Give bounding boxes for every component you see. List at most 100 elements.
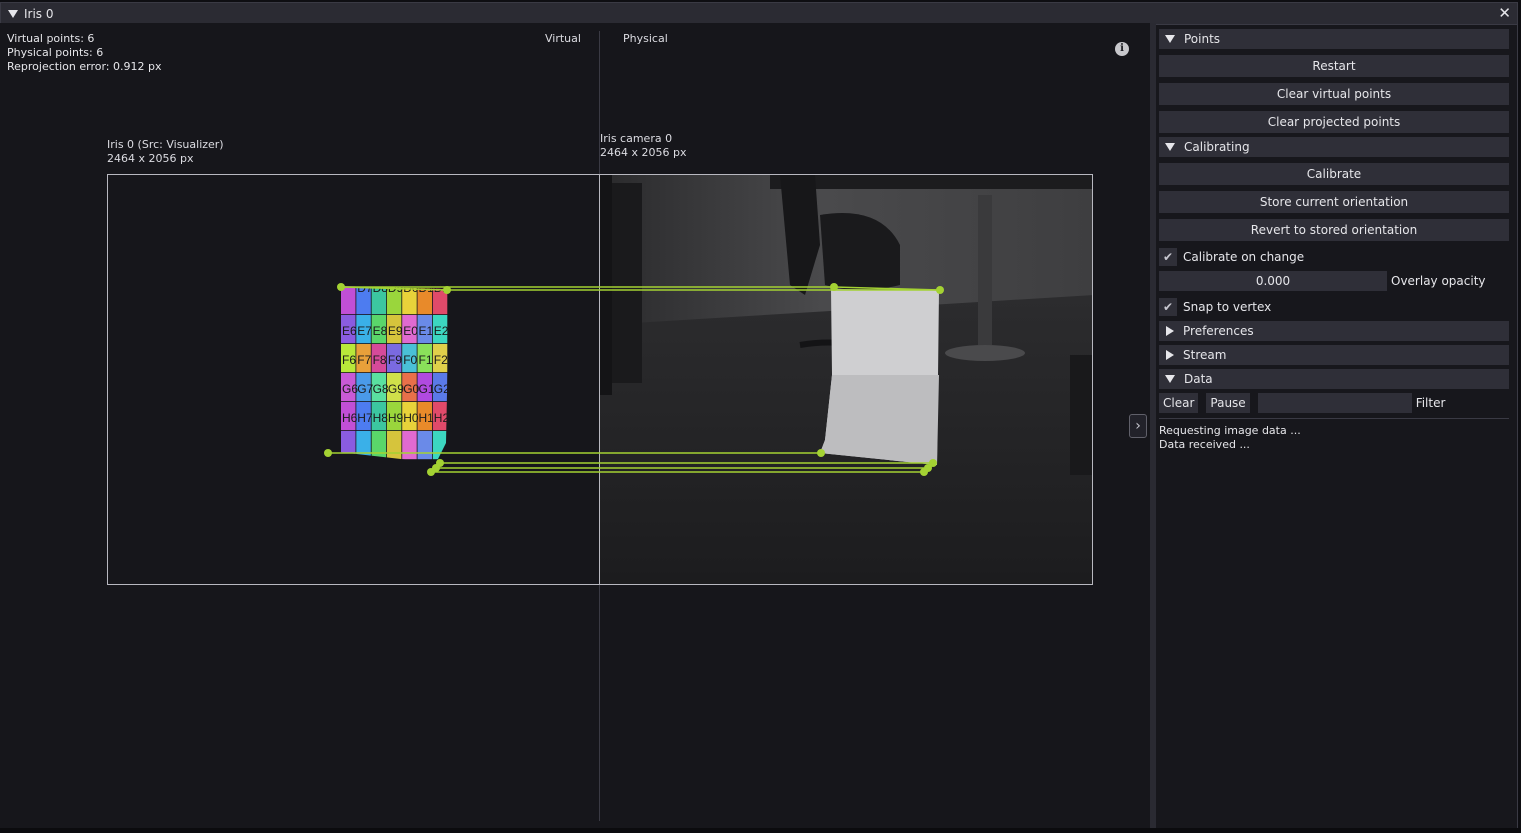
data-controls: Clear Pause Filter <box>1159 393 1509 413</box>
grid-cell <box>341 431 356 460</box>
grid-label: E1 <box>419 324 434 338</box>
collapsed-triangle-icon <box>1166 326 1174 336</box>
grid-label: H6 <box>342 411 358 425</box>
calibrate-on-change-label: Calibrate on change <box>1183 250 1305 264</box>
grid-label: F1 <box>419 353 433 367</box>
grid-cell <box>386 431 402 460</box>
grid-label: G1 <box>419 382 435 396</box>
clear-projected-points-button[interactable]: Clear projected points <box>1159 111 1509 133</box>
grid-label: E0 <box>403 324 418 338</box>
grid-label: G2 <box>434 382 450 396</box>
stats-block: Virtual points: 6 Physical points: 6 Rep… <box>7 32 161 74</box>
section-stream-label: Stream <box>1183 348 1227 362</box>
grid-label: H7 <box>357 411 373 425</box>
grid-cell <box>417 431 432 460</box>
overlay-opacity-input[interactable]: 0.000 <box>1159 271 1387 291</box>
chevron-right-icon[interactable]: › <box>1129 414 1147 438</box>
grid-cell <box>402 431 417 460</box>
grid-label: G9 <box>388 382 404 396</box>
virtual-panel-size: 2464 x 2056 px <box>107 152 194 165</box>
grid-label: F2 <box>434 353 448 367</box>
grid-label: F9 <box>388 353 402 367</box>
info-icon[interactable]: i <box>1115 42 1129 56</box>
section-data-label: Data <box>1184 372 1213 386</box>
section-points-label: Points <box>1184 32 1221 46</box>
revert-orientation-button[interactable]: Revert to stored orientation <box>1159 219 1509 241</box>
checkmark-icon[interactable]: ✔ <box>1159 248 1177 266</box>
clear-virtual-points-button[interactable]: Clear virtual points <box>1159 83 1509 105</box>
grid-label: E9 <box>388 324 403 338</box>
grid-label: G7 <box>357 382 373 396</box>
grid-label: D9 <box>388 281 404 295</box>
sidebar: Points Restart Clear virtual points Clea… <box>1153 23 1513 828</box>
calibrate-button[interactable]: Calibrate <box>1159 163 1509 185</box>
section-calibrating-label: Calibrating <box>1184 140 1250 154</box>
stat-reprojection-error: Reprojection error: 0.912 px <box>7 60 162 73</box>
grid-label: D8 <box>373 281 389 295</box>
grid-label: H1 <box>419 411 435 425</box>
snap-to-vertex-row: ✔ Snap to vertex <box>1159 297 1509 317</box>
physical-header: Physical <box>623 32 668 45</box>
grid-label: F7 <box>357 353 371 367</box>
section-preferences[interactable]: Preferences <box>1159 321 1509 341</box>
stat-physical-points: Physical points: 6 <box>7 46 104 59</box>
calibrate-on-change-row: ✔ Calibrate on change <box>1159 247 1509 267</box>
expanded-triangle-icon <box>1165 143 1175 151</box>
viewport[interactable]: Virtual points: 6 Physical points: 6 Rep… <box>0 23 1150 828</box>
clear-button[interactable]: Clear <box>1159 393 1199 413</box>
store-orientation-button[interactable]: Store current orientation <box>1159 191 1509 213</box>
restart-button[interactable]: Restart <box>1159 55 1509 77</box>
camera-image <box>600 175 1092 584</box>
grid-label: F8 <box>373 353 387 367</box>
virtual-panel-name: Iris 0 (Src: Visualizer) <box>107 138 224 151</box>
grid-label: F0 <box>403 353 417 367</box>
expanded-triangle-icon <box>1165 35 1175 43</box>
grid-label: E2 <box>434 324 449 338</box>
overlay-opacity-row: 0.000 Overlay opacity <box>1159 271 1509 291</box>
grid-cell <box>371 431 387 460</box>
grid-label: D1 <box>419 281 435 295</box>
virtual-view[interactable]: D7 D8 D9 D0 D1 D2 E6 E7 E8 E9 E0 E1 E2 F6 F7 F8 F9 F0 F1 F2… <box>107 174 600 585</box>
grid-label: E6 <box>342 324 357 338</box>
grid-label: G6 <box>342 382 358 396</box>
collapse-triangle-icon[interactable] <box>8 9 18 18</box>
grid-label: E8 <box>373 324 388 338</box>
collapsed-triangle-icon <box>1166 350 1174 360</box>
physical-panel-size: 2464 x 2056 px <box>600 146 687 159</box>
snap-to-vertex-label: Snap to vertex <box>1183 300 1272 314</box>
grid-label: E7 <box>357 324 372 338</box>
log-line: Requesting image data ... <box>1159 424 1301 437</box>
grid-label: H8 <box>373 411 389 425</box>
checkmark-icon[interactable]: ✔ <box>1159 298 1177 316</box>
stat-virtual-points: Virtual points: 6 <box>7 32 95 45</box>
pause-button[interactable]: Pause <box>1206 393 1250 413</box>
section-calibrating[interactable]: Calibrating <box>1159 137 1509 157</box>
grid-label: D2 <box>434 281 450 295</box>
expanded-triangle-icon <box>1165 375 1175 383</box>
data-log: Requesting image data ... Data received … <box>1159 424 1509 452</box>
log-line: Data received ... <box>1159 438 1250 451</box>
section-data[interactable]: Data <box>1159 369 1509 389</box>
physical-panel-name: Iris camera 0 <box>600 132 673 145</box>
grid-label: D7 <box>357 281 373 295</box>
bottom-bar <box>0 828 1521 833</box>
grid-cell <box>432 431 448 460</box>
section-preferences-label: Preferences <box>1183 324 1254 338</box>
overlay-opacity-label: Overlay opacity <box>1391 274 1486 288</box>
grid-label: G8 <box>373 382 389 396</box>
section-stream[interactable]: Stream <box>1159 345 1509 365</box>
virtual-render: D7 D8 D9 D0 D1 D2 E6 E7 E8 E9 E0 E1 E2 F6 F7 F8 F9 F0 F1 F2… <box>341 281 450 460</box>
grid-label: H0 <box>403 411 419 425</box>
physical-view[interactable] <box>599 174 1093 585</box>
filter-input[interactable] <box>1257 393 1412 413</box>
section-points[interactable]: Points <box>1159 29 1509 49</box>
close-icon[interactable]: ✕ <box>1498 5 1511 21</box>
grid-label: H2 <box>434 411 450 425</box>
grid-label: H9 <box>388 411 404 425</box>
window-titlebar[interactable]: Iris 0 ✕ <box>1 3 1517 25</box>
grid-label: F6 <box>342 353 356 367</box>
window-title: Iris 0 <box>24 6 54 21</box>
grid-label: G0 <box>403 382 419 396</box>
virtual-header: Virtual <box>545 32 581 45</box>
separator <box>1159 418 1509 419</box>
